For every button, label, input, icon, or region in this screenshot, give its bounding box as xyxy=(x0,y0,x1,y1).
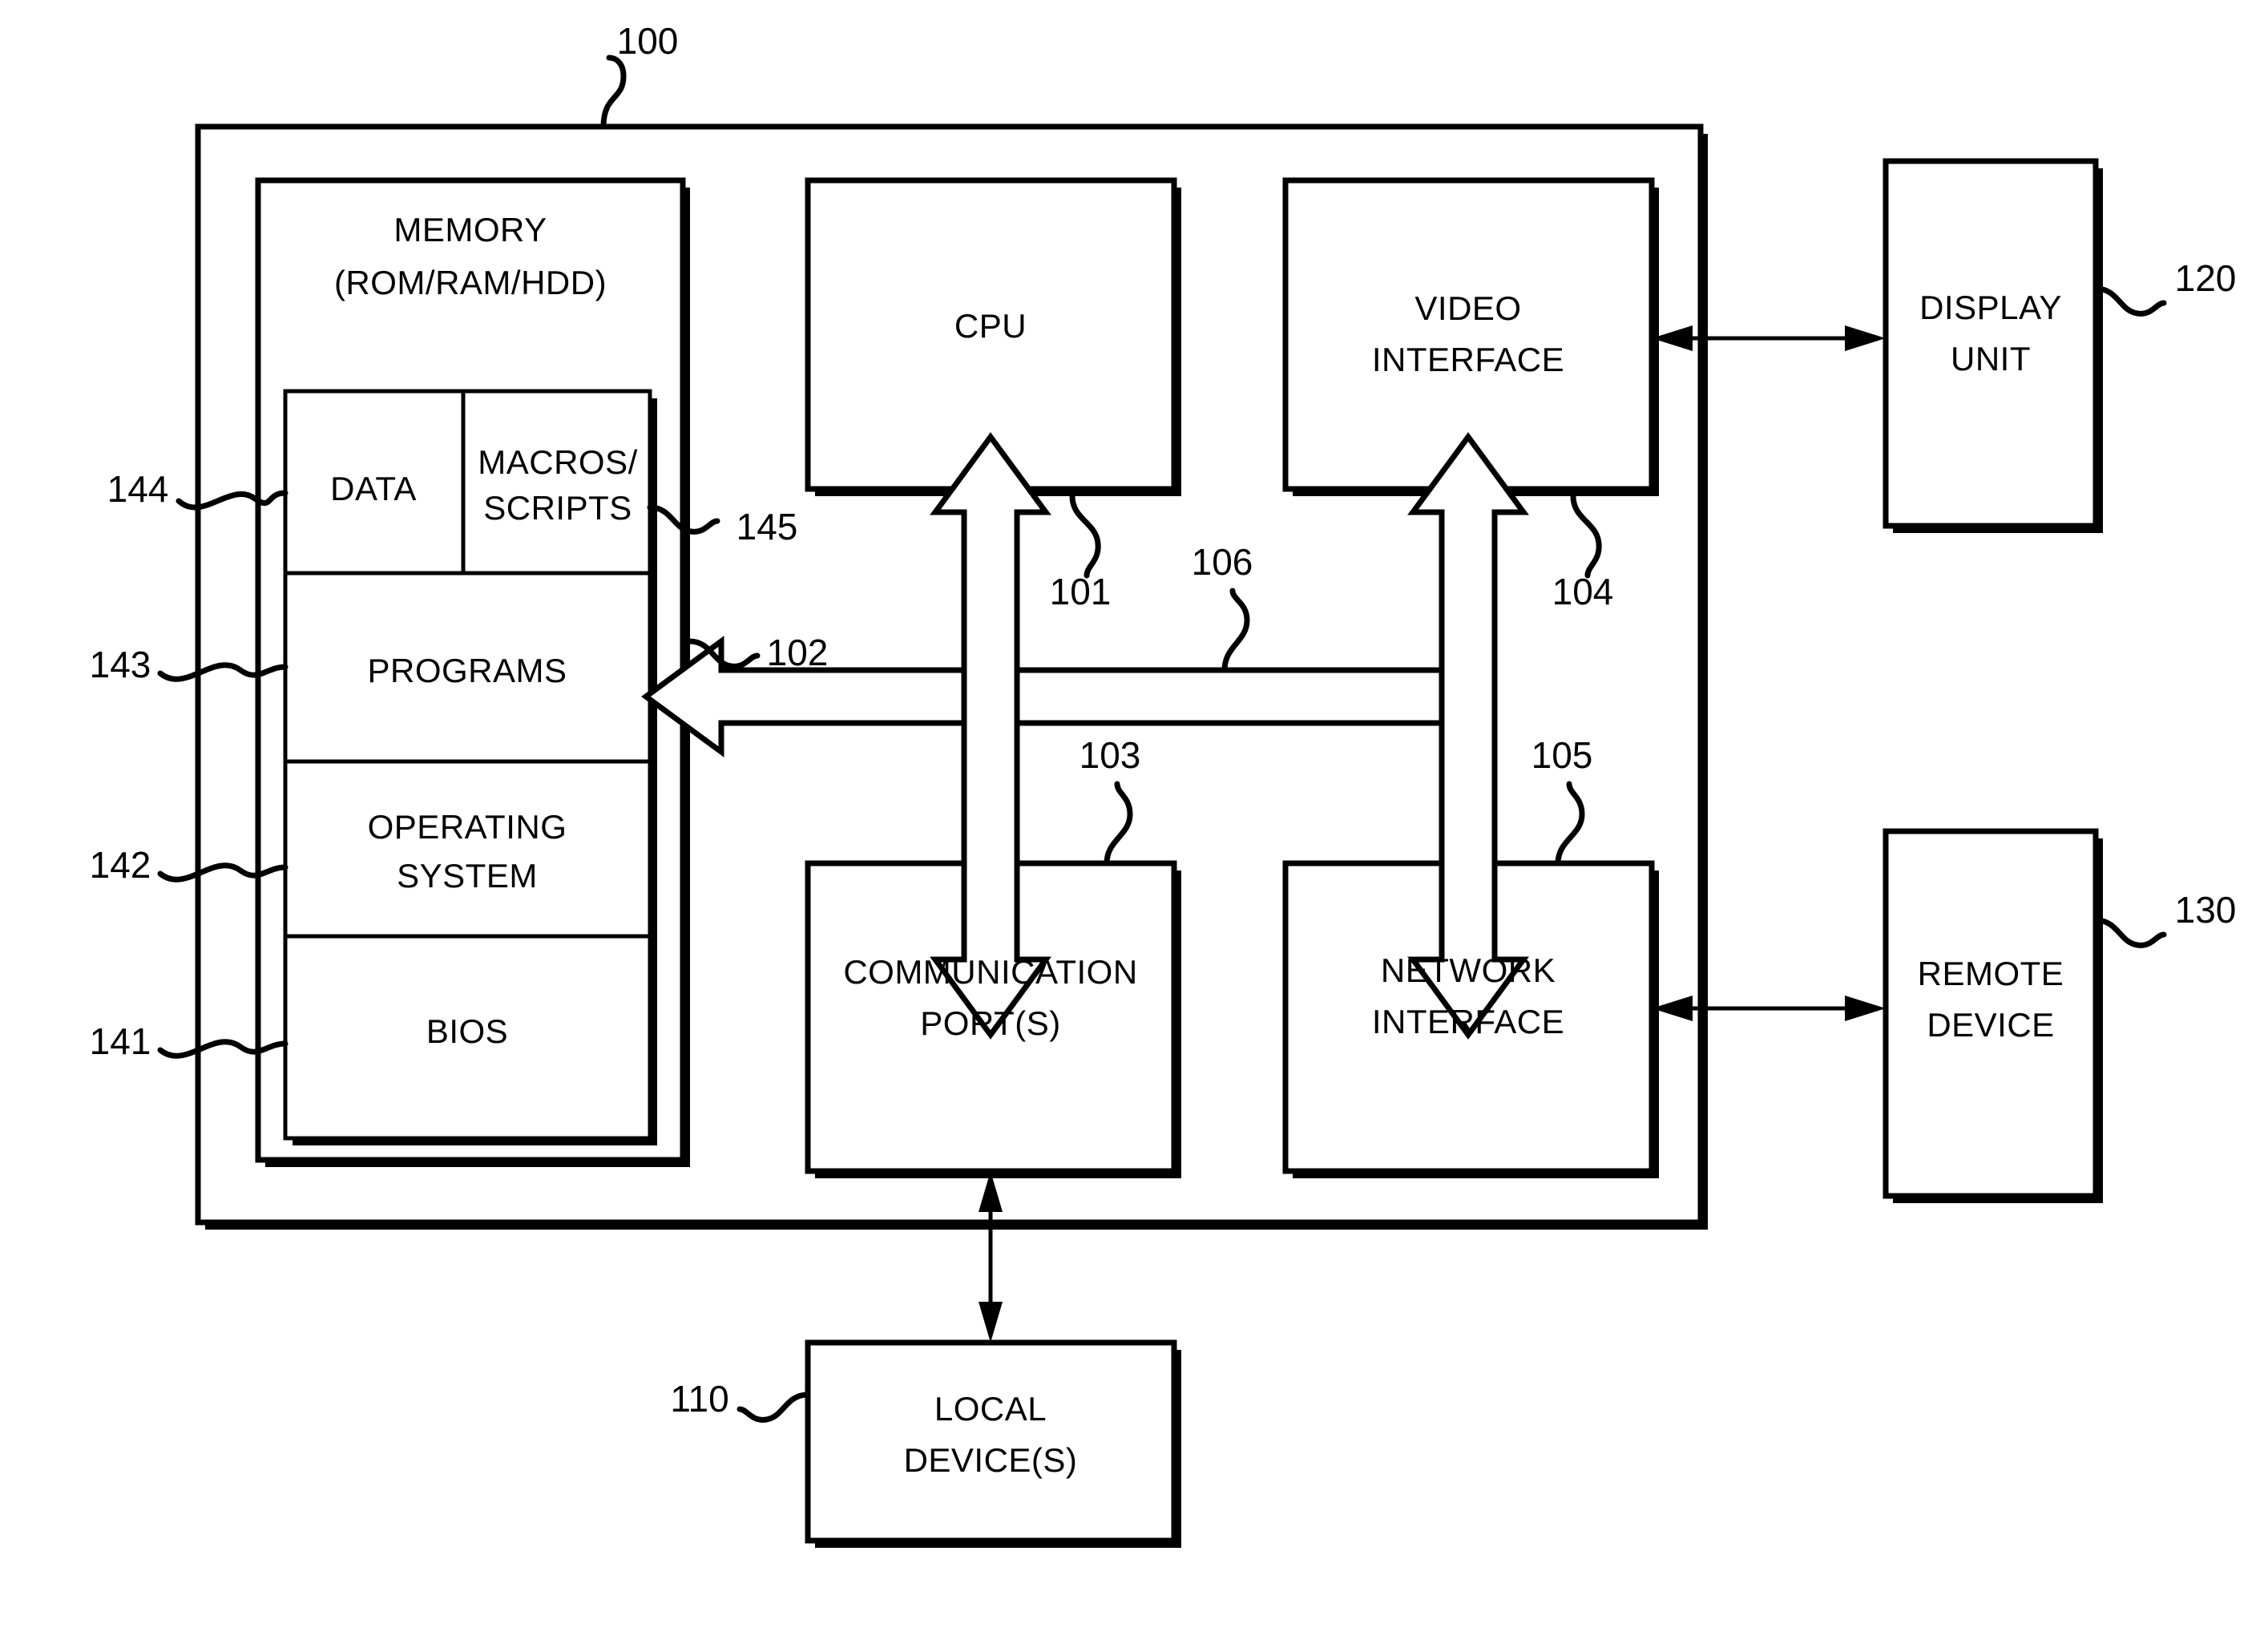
ref-100: 100 xyxy=(617,20,679,62)
os-label-line1: OPERATING xyxy=(368,808,567,846)
ref-142: 142 xyxy=(90,844,151,886)
video-display-connector xyxy=(1652,325,1886,351)
programs-label: PROGRAMS xyxy=(367,652,567,689)
bios-label: BIOS xyxy=(426,1012,508,1050)
remote-label-line1: REMOTE xyxy=(1918,955,2064,992)
leader-130 xyxy=(2092,917,2167,948)
block-diagram-canvas: MEMORY (ROM/RAM/HDD) DATA MACROS/ SCRIPT… xyxy=(90,20,2237,1548)
ref-145: 145 xyxy=(736,506,798,547)
ref-103: 103 xyxy=(1080,734,1141,776)
ref-105: 105 xyxy=(1532,734,1593,776)
leader-120 xyxy=(2092,285,2167,317)
ref-144: 144 xyxy=(107,468,169,510)
ref-104: 104 xyxy=(1552,571,1614,612)
ref-141: 141 xyxy=(90,1020,151,1062)
ref-102: 102 xyxy=(767,632,829,673)
ref-130: 130 xyxy=(2175,889,2237,931)
memory-label-line1: MEMORY xyxy=(393,211,547,248)
cpu-label: CPU xyxy=(954,307,1027,345)
ref-101: 101 xyxy=(1050,571,1112,612)
memory-label-line2: (ROM/RAM/HDD) xyxy=(334,264,607,301)
network-label-line2: INTERFACE xyxy=(1372,1003,1564,1040)
commports-label-line2: PORT(S) xyxy=(920,1004,1060,1042)
remote-label-line2: DEVICE xyxy=(1927,1006,2054,1044)
local-label-line1: LOCAL xyxy=(934,1390,1047,1428)
ref-106: 106 xyxy=(1192,541,1253,583)
display-label-line1: DISPLAY xyxy=(1919,289,2062,326)
local-label-line2: DEVICE(S) xyxy=(904,1441,1078,1479)
commports-label-line1: COMMUNICATION xyxy=(843,953,1137,991)
video-label-line1: VIDEO xyxy=(1414,289,1521,327)
display-label-line2: UNIT xyxy=(1951,340,2031,378)
macros-label-line2: SCRIPTS xyxy=(483,489,632,527)
video-label-line2: INTERFACE xyxy=(1372,341,1564,378)
ref-110: 110 xyxy=(670,1378,728,1420)
ref-120: 120 xyxy=(2175,257,2237,299)
data-label: DATA xyxy=(330,470,417,507)
figure-root: MEMORY (ROM/RAM/HDD) DATA MACROS/ SCRIPT… xyxy=(0,0,2268,1640)
leader-110 xyxy=(736,1392,811,1423)
leader-100 xyxy=(600,55,627,130)
macros-label-line1: MACROS/ xyxy=(478,443,638,481)
network-remote-connector xyxy=(1652,996,1886,1021)
network-label-line1: NETWORK xyxy=(1381,951,1556,989)
ref-143: 143 xyxy=(90,644,151,685)
os-label-line2: SYSTEM xyxy=(397,857,538,895)
